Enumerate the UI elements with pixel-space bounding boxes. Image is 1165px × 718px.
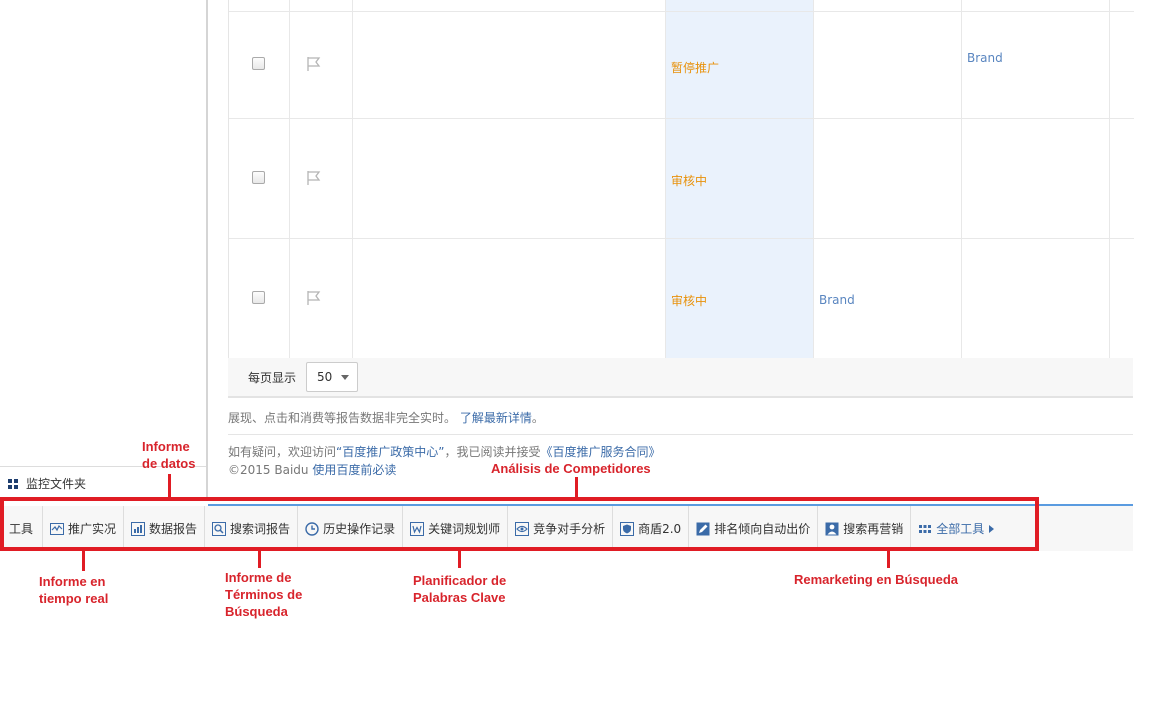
keyword-table: 暂停推广 Brand 审核中 审核中 Brand — [228, 0, 1134, 358]
annotation-pointer — [258, 551, 261, 568]
row-checkbox[interactable] — [252, 291, 265, 304]
table-row-partial — [229, 0, 1134, 12]
pagination-bar: 每页显示 50 — [228, 358, 1133, 398]
shield-icon — [620, 521, 635, 536]
grid-icon — [8, 478, 18, 489]
chevron-right-icon — [989, 524, 995, 533]
notice-text: 展现、点击和消费等报告数据非完全实时。 — [228, 411, 457, 425]
tools-toolbar: 工具 推广实况 数据报告 搜索词报告 历史操作记录 关键词规划师 竞争对手分析 … — [0, 506, 1133, 551]
flag-icon[interactable] — [305, 170, 323, 186]
tool-label: 搜索词报告 — [230, 522, 291, 536]
tool-auto-bid[interactable]: 排名倾向自动出价 — [689, 506, 819, 551]
tool-label: 历史操作记录 — [323, 522, 396, 536]
annotation-line: de datos — [142, 456, 196, 471]
page-size-value: 50 — [317, 370, 333, 384]
all-tools-button[interactable]: 全部工具 — [911, 506, 1001, 551]
annotation-analisis: Análisis de Competidores — [491, 461, 651, 476]
annotation-pointer — [82, 551, 85, 571]
tool-competitor-analysis[interactable]: 竞争对手分析 — [508, 506, 614, 551]
sidebar: 监控文件夹 — [0, 0, 208, 500]
footer-text: ，我已阅读并接受 — [444, 445, 541, 459]
brand-link[interactable]: Brand — [967, 51, 1003, 65]
tool-label: 关键词规划师 — [428, 522, 501, 536]
page-size-select[interactable]: 50 — [306, 362, 359, 392]
brand-link[interactable]: Brand — [819, 293, 855, 307]
tool-label: 搜索再营销 — [843, 522, 904, 536]
row-checkbox[interactable] — [252, 171, 265, 184]
policy-center-link[interactable]: “百度推广政策中心” — [336, 445, 444, 459]
clock-icon — [305, 521, 319, 536]
annotation-line: Informe en — [39, 574, 106, 589]
annotation-line: Búsqueda — [225, 604, 288, 619]
tool-data-report[interactable]: 数据报告 — [124, 506, 206, 551]
chevron-down-icon — [341, 374, 350, 380]
read-before-use-link[interactable]: 使用百度前必读 — [312, 463, 396, 477]
tool-label: 排名倾向自动出价 — [714, 522, 811, 536]
tool-search-remarketing[interactable]: 搜索再营销 — [818, 506, 912, 551]
tool-search-term-report[interactable]: 搜索词报告 — [205, 506, 299, 551]
annotation-line: Informe — [142, 439, 190, 454]
tool-history-log[interactable]: 历史操作记录 — [298, 506, 404, 551]
status-text: 暂停推广 — [671, 61, 720, 75]
footer-copyright-line: ©2015 Baidu 使用百度前必读 — [228, 461, 396, 478]
copyright-text: ©2015 Baidu — [228, 463, 313, 477]
status-text: 审核中 — [671, 174, 708, 188]
edit-icon — [696, 522, 710, 535]
footer-policy-line: 如有疑问，欢迎访问“百度推广政策中心”，我已阅读并接受《百度推广服务合同》 — [228, 443, 660, 460]
latest-details-link[interactable]: 了解最新详情 — [460, 411, 532, 425]
tool-label: 商盾2.0 — [638, 522, 682, 536]
annotation-line: Planificador de — [413, 573, 507, 588]
annotation-line: Palabras Clave — [413, 590, 506, 605]
flag-icon[interactable] — [305, 56, 323, 72]
annotation-pointer — [168, 474, 171, 497]
annotation-pointer — [575, 477, 578, 497]
annotation-informe-tiempo: Informe en tiempo real — [39, 573, 108, 607]
annotation-informe-datos: Informe de datos — [142, 438, 195, 472]
annotation-remarketing: Remarketing en Búsqueda — [794, 572, 958, 587]
row-checkbox[interactable] — [252, 57, 265, 70]
tool-realtime-promotion[interactable]: 推广实况 — [43, 506, 125, 551]
footer-text: 如有疑问，欢迎访问 — [228, 445, 337, 459]
tool-label: 数据报告 — [149, 522, 198, 536]
w-doc-icon — [410, 521, 425, 536]
realtime-chart-icon — [50, 522, 65, 535]
annotation-planificador: Planificador de Palabras Clave — [413, 572, 506, 606]
tool-label: 推广实况 — [68, 522, 117, 536]
annotation-line: Informe de — [225, 570, 292, 585]
annotation-pointer — [458, 551, 461, 568]
data-notice: 展现、点击和消费等报告数据非完全实时。 了解最新详情。 — [228, 409, 544, 426]
flag-icon[interactable] — [305, 290, 323, 306]
status-text: 审核中 — [671, 294, 708, 308]
service-contract-link[interactable]: 《百度推广服务合同》 — [540, 445, 660, 459]
eye-icon — [515, 521, 530, 536]
tool-shangdun[interactable]: 商盾2.0 — [613, 506, 690, 551]
grid-icon — [919, 524, 932, 533]
search-report-icon — [212, 521, 227, 536]
tool-keyword-planner[interactable]: 关键词规划师 — [403, 506, 509, 551]
tool-label: 竞争对手分析 — [533, 522, 606, 536]
page-size-label: 每页显示 — [248, 370, 297, 385]
tools-title: 工具 — [0, 506, 44, 551]
monitor-folder-label: 监控文件夹 — [26, 477, 87, 491]
annotation-line: tiempo real — [39, 591, 109, 606]
annotation-line: Términos de — [225, 587, 303, 602]
bar-chart-icon — [131, 521, 146, 536]
notice-tail: 。 — [531, 411, 544, 425]
all-tools-label: 全部工具 — [936, 522, 985, 536]
person-icon — [825, 522, 839, 535]
divider — [228, 434, 1133, 435]
annotation-informe-terminos: Informe de Términos de Búsqueda — [225, 569, 302, 620]
annotation-pointer — [887, 551, 890, 568]
